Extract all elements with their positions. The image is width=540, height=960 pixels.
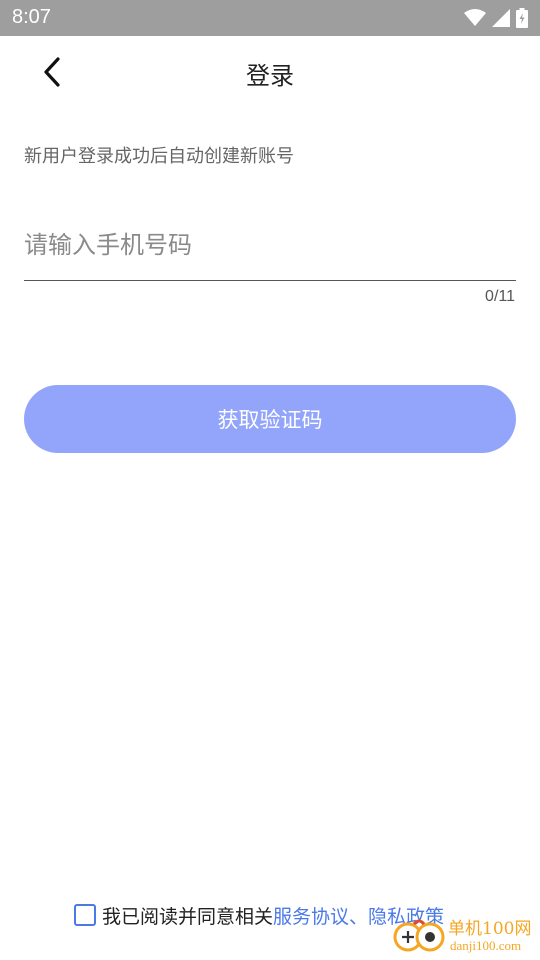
- wifi-icon: [464, 9, 486, 26]
- get-code-button[interactable]: 获取验证码: [24, 385, 516, 453]
- status-bar: 8:07: [0, 0, 540, 36]
- agreement-row: 我已阅读并同意相关 服务协议 、 隐私政策: [74, 902, 444, 928]
- status-time: 8:07: [12, 6, 51, 28]
- service-agreement-link[interactable]: 服务协议: [273, 902, 349, 929]
- agreement-separator: 、: [349, 905, 369, 928]
- phone-input[interactable]: [24, 214, 516, 276]
- watermark-logo-icon: [393, 919, 445, 952]
- header: 登录: [0, 36, 540, 108]
- watermark: 单机100网 danji100.com: [392, 912, 532, 958]
- status-icons: [464, 7, 528, 29]
- cell-signal-icon: [492, 9, 510, 27]
- battery-icon: [516, 8, 528, 28]
- agreement-text: 我已阅读并同意相关: [102, 905, 274, 928]
- new-user-hint: 新用户登录成功后自动创建新账号: [24, 146, 294, 167]
- watermark-domain: danji100.com: [450, 938, 522, 953]
- phone-field: [24, 214, 516, 281]
- watermark-brand: 单机100网: [448, 919, 532, 939]
- char-counter: 0/11: [485, 288, 515, 305]
- agree-checkbox[interactable]: [74, 904, 96, 926]
- page-title: 登录: [246, 62, 294, 90]
